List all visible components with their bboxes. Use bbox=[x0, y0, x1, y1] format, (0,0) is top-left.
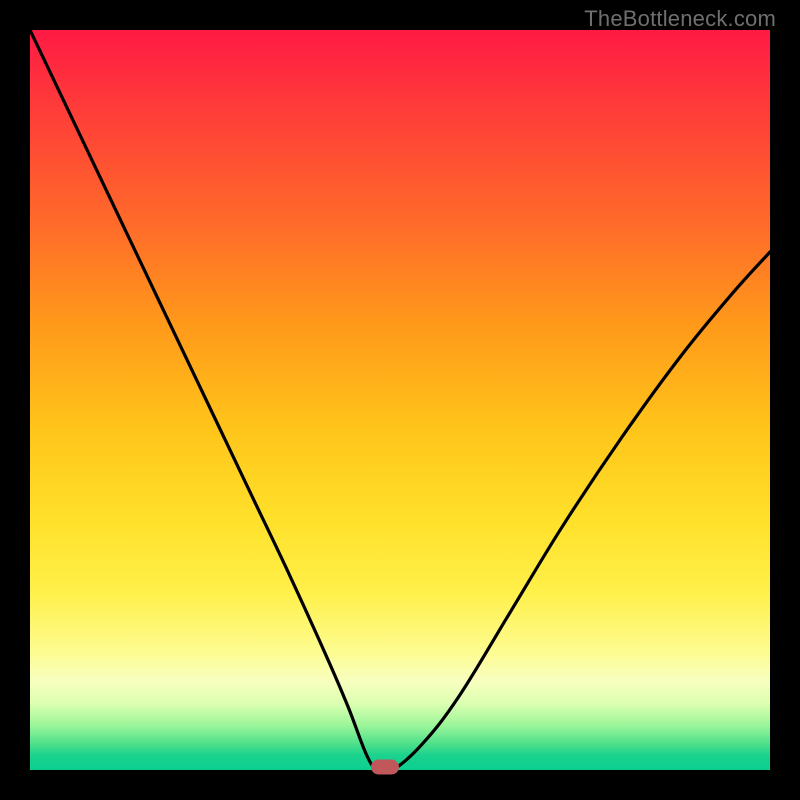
optimal-marker bbox=[371, 760, 399, 775]
bottleneck-curve bbox=[30, 30, 770, 770]
plot-area bbox=[30, 30, 770, 770]
watermark-text: TheBottleneck.com bbox=[584, 6, 776, 32]
chart-frame: TheBottleneck.com bbox=[0, 0, 800, 800]
